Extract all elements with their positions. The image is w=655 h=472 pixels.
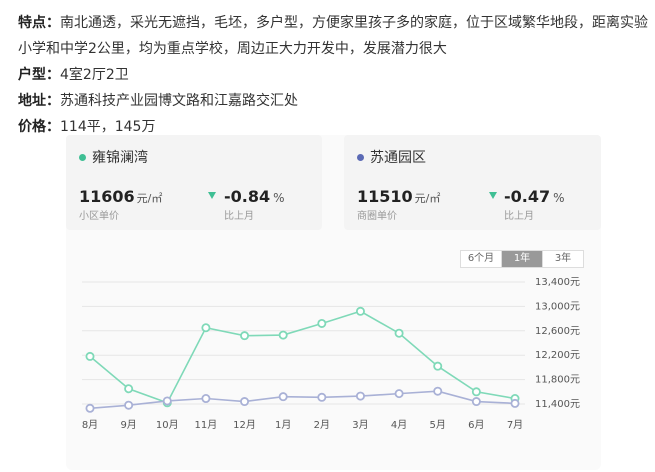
data-point[interactable] xyxy=(201,394,211,404)
x-tick-label: 7月 xyxy=(507,419,523,431)
data-point[interactable] xyxy=(201,323,211,333)
data-point[interactable] xyxy=(278,392,288,402)
data-point[interactable] xyxy=(433,386,443,396)
data-point[interactable] xyxy=(240,331,250,341)
data-point[interactable] xyxy=(162,396,172,406)
data-point[interactable] xyxy=(471,397,481,407)
data-point[interactable] xyxy=(317,392,327,402)
x-tick-label: 2月 xyxy=(314,419,330,431)
data-point[interactable] xyxy=(317,318,327,328)
data-point[interactable] xyxy=(471,387,481,397)
y-tick-label: 11,400元 xyxy=(535,399,580,410)
y-tick-label: 11,800元 xyxy=(535,375,580,386)
y-tick-label: 13,400元 xyxy=(535,277,580,288)
x-tick-label: 8月 xyxy=(82,419,98,431)
data-point[interactable] xyxy=(433,361,443,371)
data-point[interactable] xyxy=(240,397,250,407)
y-tick-label: 12,600元 xyxy=(535,326,580,337)
x-tick-label: 10月 xyxy=(156,419,179,431)
x-tick-label: 4月 xyxy=(391,419,407,431)
data-point[interactable] xyxy=(394,328,404,338)
data-point[interactable] xyxy=(85,403,95,413)
x-tick-label: 5月 xyxy=(430,419,446,431)
data-point[interactable] xyxy=(394,389,404,399)
data-point[interactable] xyxy=(355,391,365,401)
x-tick-label: 11月 xyxy=(195,419,218,431)
data-point[interactable] xyxy=(278,330,288,340)
y-tick-label: 12,200元 xyxy=(535,350,580,361)
x-tick-label: 3月 xyxy=(352,419,368,431)
data-point[interactable] xyxy=(124,400,134,410)
price-trend-chart: 11,400元 11,800元 12,200元 12,600元 13,000元 13,40… xyxy=(82,277,580,431)
x-tick-label: 1月 xyxy=(275,419,291,431)
x-tick-label: 12月 xyxy=(233,419,256,431)
data-point[interactable] xyxy=(510,398,520,408)
data-point[interactable] xyxy=(124,384,134,394)
y-tick-label: 13,000元 xyxy=(535,301,580,312)
series-line xyxy=(89,310,516,404)
x-tick-label: 9月 xyxy=(120,419,136,431)
data-point[interactable] xyxy=(355,306,365,316)
series-line xyxy=(89,390,516,410)
data-point[interactable] xyxy=(85,351,95,361)
x-tick-label: 6月 xyxy=(468,419,484,431)
